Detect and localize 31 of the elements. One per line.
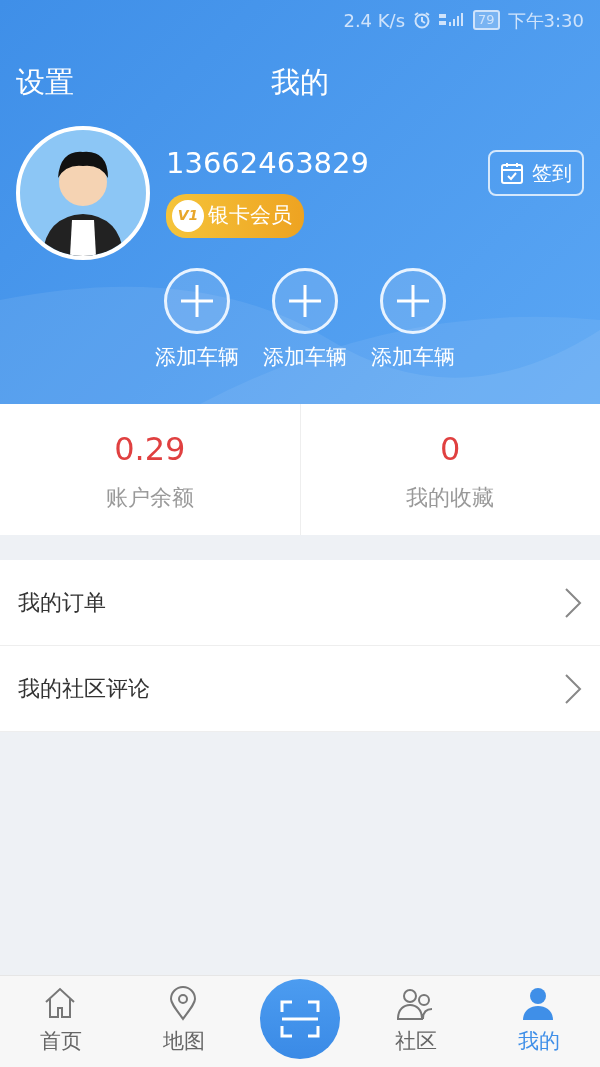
menu-item[interactable]: 我的社区评论 — [0, 646, 600, 732]
page-title: 我的 — [271, 64, 329, 102]
stat-value: 0.29 — [114, 429, 186, 470]
settings-link[interactable]: 设置 — [16, 61, 74, 105]
membership-badge: V1 银卡会员 — [166, 193, 304, 238]
plus-icon — [179, 283, 215, 319]
level-icon: V1 — [172, 199, 204, 232]
chevron-right-icon — [564, 586, 582, 619]
chevron-right-icon — [564, 672, 582, 705]
checkin-button[interactable]: 签到 — [488, 150, 584, 196]
tab[interactable]: 社区 — [355, 984, 478, 1059]
stat-value: 0 — [440, 429, 461, 470]
battery-indicator: 79 — [473, 10, 500, 30]
network-speed: 2.4 K/s — [343, 8, 406, 33]
stat-label: 账户余额 — [105, 484, 194, 512]
calendar-icon — [500, 161, 524, 185]
plus-icon — [287, 283, 323, 319]
add-vehicle-button[interactable]: 添加车辆 — [371, 268, 455, 374]
scan-icon — [280, 999, 320, 1038]
add-vehicle-button[interactable]: 添加车辆 — [155, 268, 239, 374]
add-vehicle-button[interactable]: 添加车辆 — [263, 268, 347, 374]
plus-icon — [395, 283, 431, 319]
menu-item[interactable]: 我的订单 — [0, 560, 600, 646]
tab[interactable]: 我的 — [477, 984, 600, 1059]
tab[interactable]: 首页 — [0, 984, 123, 1059]
phone-number: 13662463829 — [166, 145, 370, 182]
tab[interactable]: 地图 — [122, 984, 245, 1059]
stat-label: 我的收藏 — [406, 484, 495, 512]
signal-icon — [439, 12, 466, 28]
alarm-icon — [413, 11, 432, 29]
clock: 下午3:30 — [507, 8, 584, 33]
